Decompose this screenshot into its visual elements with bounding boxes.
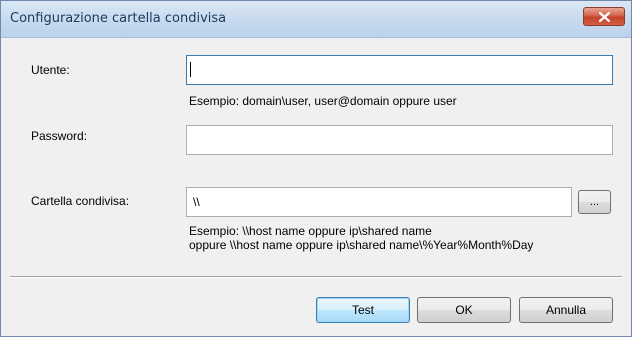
user-hint: Esempio: domain\user, user@domain oppure… [189,94,457,108]
title-bar[interactable]: Configurazione cartella condivisa [1,1,631,38]
shared-folder-label: Cartella condivisa: [31,194,130,208]
password-input[interactable] [186,125,613,155]
text-caret [190,62,191,77]
close-icon [599,12,610,22]
shared-folder-hint-line2: oppure \\host name oppure ip\shared name… [189,238,534,252]
window-title: Configurazione cartella condivisa [10,11,227,26]
separator [10,276,622,278]
browse-button[interactable]: ... [578,190,611,214]
test-button[interactable]: Test [316,297,410,323]
shared-folder-input[interactable] [186,187,572,217]
user-label: Utente: [31,63,70,77]
shared-folder-dialog: Configurazione cartella condivisa Utente… [0,0,632,337]
shared-folder-hint-line1: Esempio: \\host name oppure ip\shared na… [189,224,432,238]
ok-button[interactable]: OK [417,297,511,323]
cancel-button[interactable]: Annulla [519,297,613,323]
close-button[interactable] [583,7,625,26]
password-label: Password: [31,129,88,143]
user-input[interactable] [186,55,613,85]
